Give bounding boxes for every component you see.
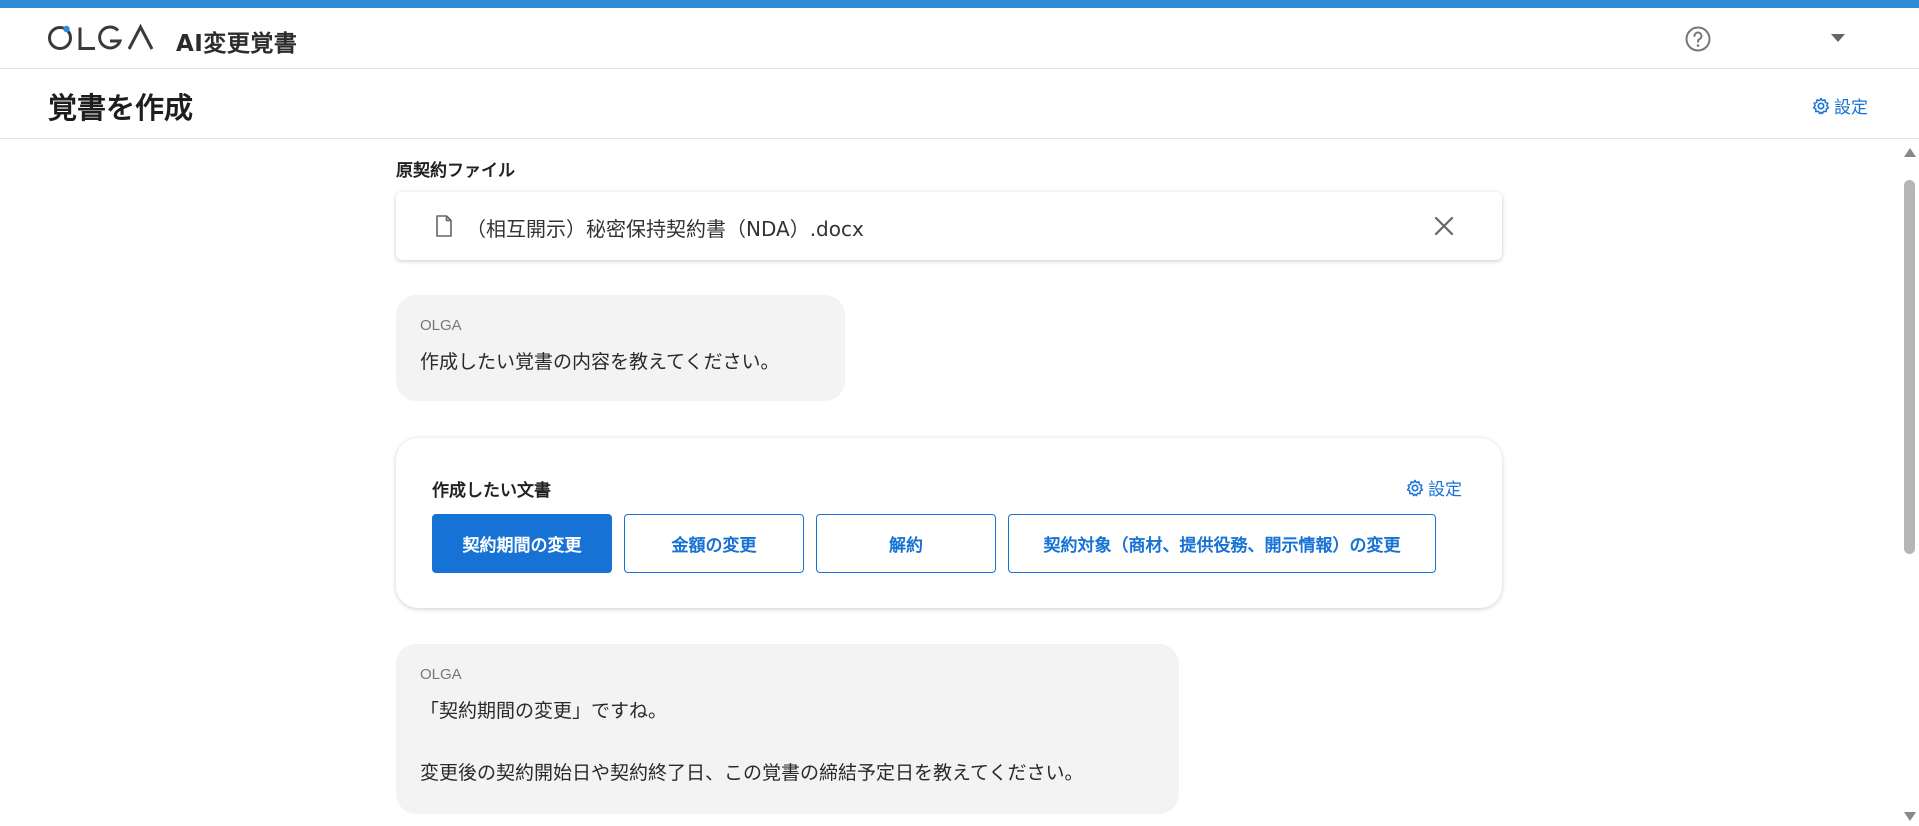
assistant-message: OLGA 「契約期間の変更」ですね。 変更後の契約開始日や契約終了日、この覚書の…: [396, 644, 1179, 814]
message-text: 「契約期間の変更」ですね。: [420, 700, 668, 722]
original-file-card: （相互開示）秘密保持契約書（NDA）.docx: [396, 192, 1502, 260]
olga-logo: [47, 22, 155, 52]
top-accent-line: [0, 0, 1919, 8]
chevron-down-icon: [1831, 34, 1845, 42]
product-name: AI変更覚書: [176, 31, 298, 57]
help-circle-icon[interactable]: [1684, 25, 1712, 53]
page-title: 覚書を作成: [48, 91, 194, 125]
message-sender: OLGA: [420, 317, 462, 334]
settings-label: 設定: [1834, 98, 1868, 118]
file-name: （相互開示）秘密保持契約書（NDA）.docx: [466, 217, 864, 241]
document-choice-card: 作成したい文書 設定 契約期間の変更 金額の変更 解約 契約対象（商材、提供役務…: [396, 438, 1502, 608]
document-choice-label: 作成したい文書: [432, 481, 551, 501]
close-icon[interactable]: [1432, 214, 1456, 238]
app-bar: AI変更覚書: [0, 8, 1919, 69]
scrollbar-thumb[interactable]: [1904, 180, 1915, 554]
gear-icon: [1406, 479, 1424, 496]
page-header: 覚書を作成 設定: [0, 69, 1919, 139]
gear-icon: [1812, 97, 1830, 114]
message-text: 作成したい覚書の内容を教えてください。: [420, 351, 780, 373]
choice-contract-period-change[interactable]: 契約期間の変更: [432, 514, 612, 573]
assistant-message: OLGA 作成したい覚書の内容を教えてください。: [396, 295, 845, 401]
scroll-up-arrow-icon[interactable]: [1904, 148, 1916, 157]
document-choice-settings-link[interactable]: 設定: [1406, 475, 1462, 500]
settings-label: 設定: [1428, 480, 1462, 500]
account-menu-dropdown[interactable]: [1755, 20, 1855, 60]
original-file-label: 原契約ファイル: [396, 161, 515, 181]
document-choice-options: 契約期間の変更 金額の変更 解約 契約対象（商材、提供役務、開示情報）の変更: [432, 514, 1436, 573]
message-sender: OLGA: [420, 666, 462, 683]
file-icon: [434, 214, 454, 238]
scroll-down-arrow-icon[interactable]: [1904, 812, 1916, 821]
choice-contract-subject-change[interactable]: 契約対象（商材、提供役務、開示情報）の変更: [1008, 514, 1436, 573]
message-text: 変更後の契約開始日や契約終了日、この覚書の締結予定日を教えてください。: [420, 762, 1084, 784]
chat-content[interactable]: 原契約ファイル （相互開示）秘密保持契約書（NDA）.docx OLGA 作成し…: [0, 140, 1900, 826]
choice-amount-change[interactable]: 金額の変更: [624, 514, 804, 573]
header-settings-link[interactable]: 設定: [1812, 93, 1868, 118]
choice-termination[interactable]: 解約: [816, 514, 996, 573]
vertical-scrollbar[interactable]: [1900, 140, 1919, 826]
